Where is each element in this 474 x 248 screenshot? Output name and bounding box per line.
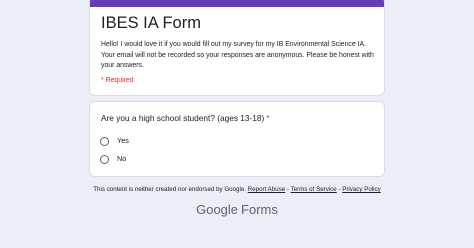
required-asterisk: *	[266, 113, 270, 123]
question-title: Are you a high school student? (ages 13-…	[101, 113, 270, 124]
option-yes[interactable]: Yes	[100, 135, 129, 147]
footer-disclaimer: This content is neither created nor endo…	[0, 185, 474, 194]
form-description: Hello! I would love it if you would fill…	[101, 41, 374, 69]
google-forms-logo[interactable]: Google Forms	[0, 202, 474, 218]
radio-button-icon[interactable]	[100, 154, 109, 164]
accent-bar	[90, 0, 384, 7]
option-label: No	[117, 154, 127, 163]
privacy-policy-link[interactable]: Privacy Policy	[342, 186, 381, 193]
terms-of-service-link[interactable]: Terms of Service	[291, 186, 337, 193]
form-title: IBES IA Form	[101, 14, 201, 32]
brand-forms: Forms	[241, 202, 278, 217]
question-text: Are you a high school student? (ages 13-…	[101, 113, 265, 123]
brand-google: Google	[196, 202, 239, 217]
footer-notice: This content is neither created nor endo…	[93, 186, 246, 193]
option-label: Yes	[117, 136, 129, 145]
form-header-card: IBES IA Form Hello! I would love it if y…	[89, 0, 385, 96]
required-note: * Required	[101, 77, 134, 84]
option-no[interactable]: No	[100, 153, 126, 165]
report-abuse-link[interactable]: Report Abuse	[248, 186, 286, 193]
radio-button-icon[interactable]	[100, 136, 109, 146]
question-card: Are you a high school student? (ages 13-…	[89, 101, 385, 177]
